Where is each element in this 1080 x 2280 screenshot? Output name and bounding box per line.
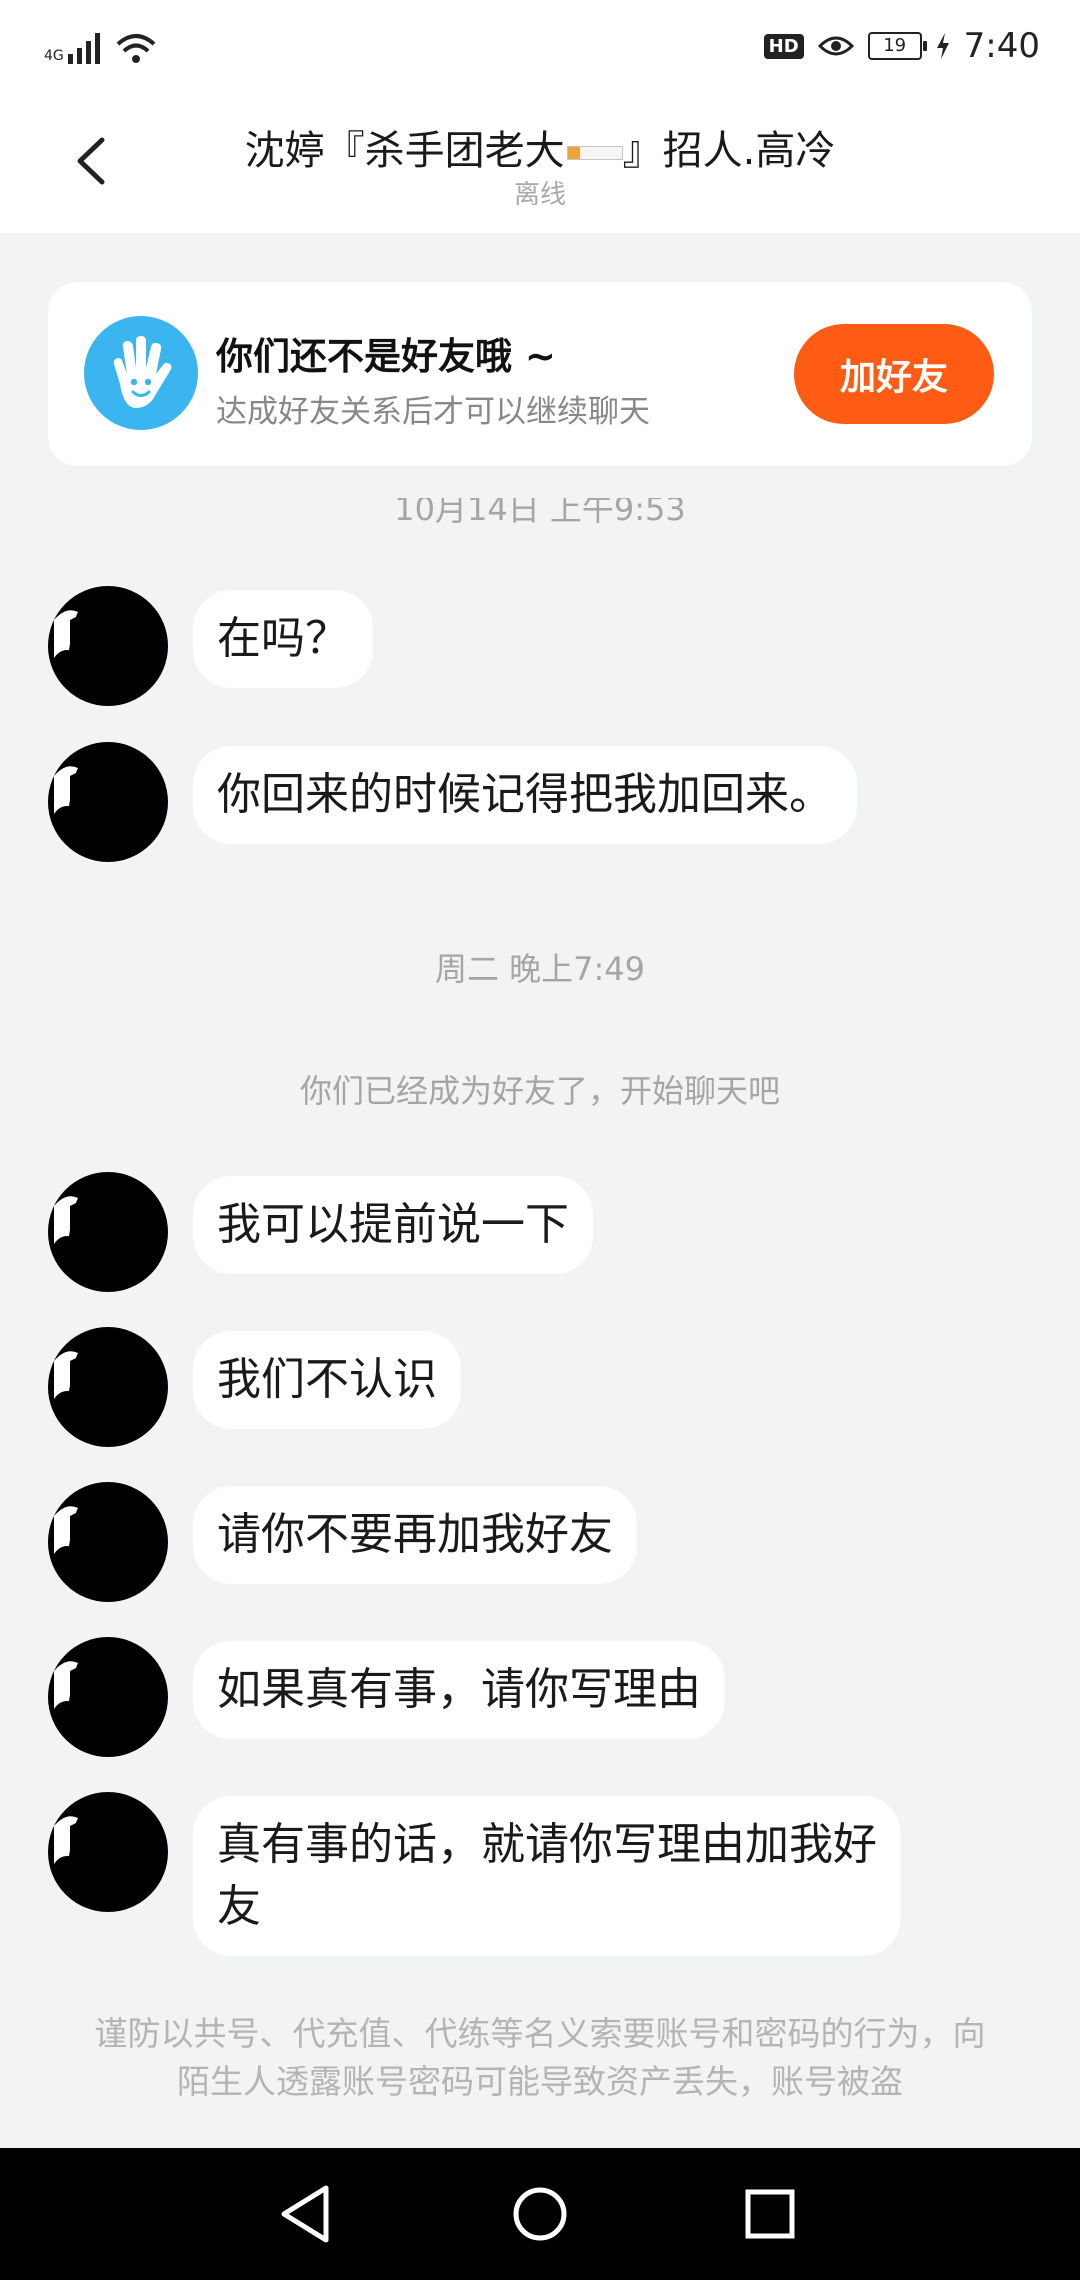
banner-subtitle: 达成好友关系后才可以继续聊天 <box>216 394 650 430</box>
title-prefix: 沈婷『杀手团老大 <box>244 128 565 174</box>
cigarette-emoji-icon <box>566 146 623 160</box>
chat-header: 沈婷『杀手团老大 』招人.高冷 离线 <box>0 88 1080 233</box>
status-bar: 4G HD 19 7:40 <box>0 0 1080 88</box>
message-bubble[interactable]: 如果真有事，请你写理由 <box>193 1641 725 1739</box>
battery-icon: 19 <box>867 32 927 60</box>
contact-avatar[interactable] <box>48 1172 168 1292</box>
nav-back-icon[interactable] <box>268 2174 348 2254</box>
message-bubble[interactable]: 我可以提前说一下 <box>193 1176 593 1274</box>
contact-avatar[interactable] <box>48 1327 168 1447</box>
network-label: 4G <box>44 48 64 64</box>
clock: 7:40 <box>963 26 1040 66</box>
wifi-icon <box>116 34 156 63</box>
add-friend-button[interactable]: 加好友 <box>794 324 994 424</box>
nav-home-icon[interactable] <box>500 2174 580 2254</box>
online-status: 离线 <box>513 180 566 210</box>
timestamp-partial-text: 10月14日 上午9:53 <box>394 498 686 528</box>
signal-icon <box>67 33 100 64</box>
contact-avatar[interactable] <box>48 1637 168 1757</box>
charging-icon <box>936 33 949 59</box>
contact-avatar[interactable] <box>48 1792 168 1912</box>
status-left: 4G <box>44 24 158 64</box>
contact-avatar[interactable] <box>48 586 168 706</box>
nav-recents-icon[interactable] <box>730 2174 810 2254</box>
system-notice: 你们已经成为好友了，开始聊天吧 <box>299 1072 780 1110</box>
message-bubble[interactable]: 你回来的时候记得把我加回来。 <box>193 746 857 844</box>
security-warning: 谨防以共号、代充值、代练等名义索要账号和密码的行为，向陌生人透露账号密码可能导致… <box>94 2014 986 2101</box>
timestamp-partial: 10月14日 上午9:53 <box>0 498 1080 538</box>
contact-avatar[interactable] <box>48 742 168 862</box>
title-suffix: 』招人.高冷 <box>622 128 836 174</box>
banner-title: 你们还不是好友哦 ~ <box>216 335 556 378</box>
system-nav-bar <box>0 2148 1080 2280</box>
chat-title: 沈婷『杀手团老大 』招人.高冷 <box>150 118 930 176</box>
wave-hand-icon <box>84 316 198 430</box>
message-bubble[interactable]: 我们不认识 <box>193 1331 461 1429</box>
message-bubble[interactable]: 在吗？ <box>193 590 373 688</box>
hd-badge: HD <box>763 33 804 59</box>
eye-comfort-icon <box>817 36 854 56</box>
timestamp: 周二 晚上7:49 <box>434 950 646 988</box>
contact-avatar[interactable] <box>48 1482 168 1602</box>
not-friends-banner: 你们还不是好友哦 ~ 达成好友关系后才可以继续聊天 加好友 <box>48 282 1032 466</box>
message-bubble[interactable]: 请你不要再加我好友 <box>193 1486 637 1584</box>
status-right: HD 19 7:40 <box>763 24 1040 68</box>
message-bubble[interactable]: 真有事的话，就请你写理由加我好友 <box>193 1796 901 1956</box>
